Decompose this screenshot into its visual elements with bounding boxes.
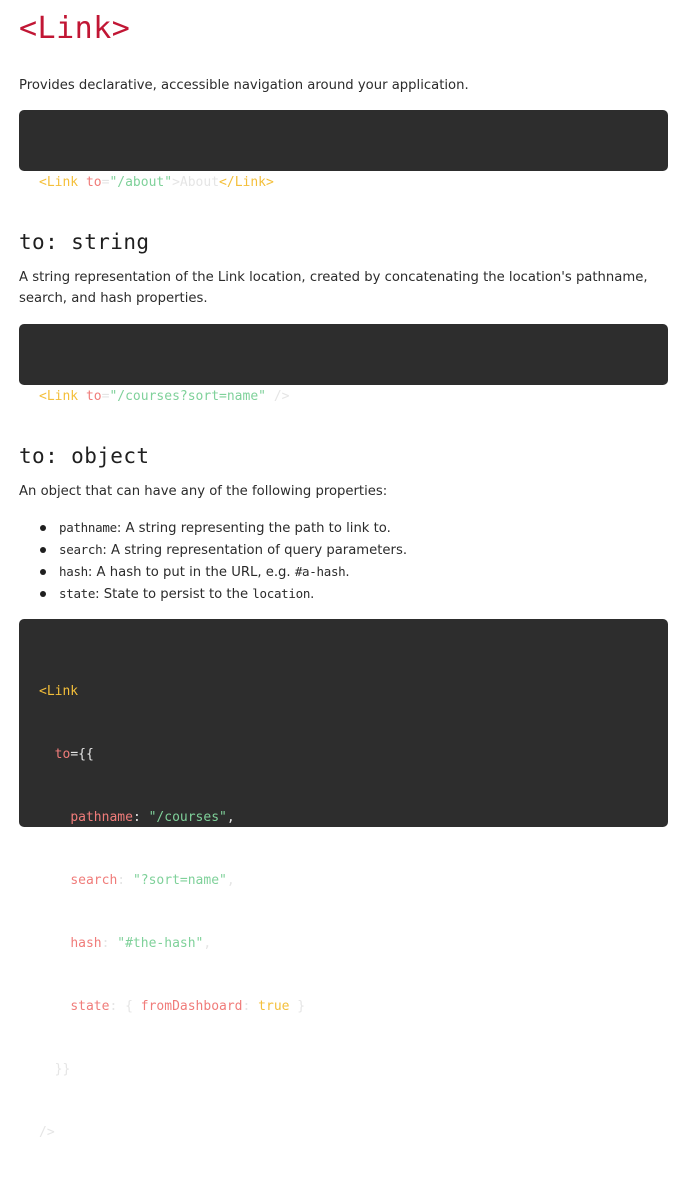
bullet-icon (40, 525, 46, 531)
code-text: About (179, 175, 220, 190)
code-punct: , (226, 810, 235, 825)
bullet-icon (40, 547, 46, 553)
page-title: <Link> (19, 11, 131, 46)
to-object-description: An object that can have any of the follo… (19, 484, 388, 499)
to-string-description: A string representation of the Link loca… (19, 270, 648, 306)
bullet-icon (40, 569, 46, 575)
code-punct: : (117, 873, 133, 888)
code-tag-open: <Link (39, 684, 79, 699)
property-name: pathname (59, 520, 117, 535)
code-string-value: "?sort=name" (132, 873, 227, 888)
code-tag-close: > (172, 175, 180, 190)
property-text: A hash to put in the URL, e.g. (96, 565, 295, 580)
code-tag-open: <Link (39, 389, 79, 404)
code-string-value: "#the-hash" (117, 936, 204, 951)
code-block-basic-link: <Link to="/about">About</Link> (19, 110, 668, 190)
heading-to-object: to: object (19, 444, 150, 468)
code-block-object-link: <Link to={{ pathname: "/courses", search… (19, 619, 668, 1140)
property-sep: : (102, 543, 111, 558)
code-punct: }} (39, 1062, 71, 1077)
code-punct: : (132, 810, 149, 825)
code-key-pathname: pathname (70, 810, 133, 825)
code-string-value: "/about" (109, 175, 173, 190)
property-inline-code: #a-hash (294, 564, 346, 579)
code-tag-open: <Link (39, 175, 79, 190)
code-punct: , (226, 873, 235, 888)
property-sep: : (87, 565, 97, 580)
code-block-string-link: <Link to="/courses?sort=name" /> (19, 324, 668, 404)
property-name: hash (59, 564, 88, 579)
code-end-tag: </Link> (219, 175, 274, 190)
property-name: search (59, 542, 103, 557)
code-string-value: "/courses" (148, 810, 227, 825)
list-item: hash: A hash to put in the URL, e.g. #a-… (19, 561, 407, 583)
property-text: A string representing the path to link t… (125, 521, 391, 536)
code-key-hash: hash (70, 936, 102, 951)
property-text: A string representation of query paramet… (111, 543, 408, 558)
list-item: pathname: A string representing the path… (19, 517, 407, 539)
code-self-close: /> (266, 389, 290, 404)
code-boolean: true (258, 999, 290, 1014)
property-list: pathname: A string representing the path… (19, 517, 407, 605)
bullet-icon (40, 591, 46, 597)
code-punct: , (203, 936, 212, 951)
property-text: State to persist to the (103, 587, 253, 602)
list-item: search: A string representation of query… (19, 539, 407, 561)
intro-text: Provides declarative, accessible navigat… (19, 78, 469, 93)
code-punct: } (289, 999, 306, 1014)
code-key-search: search (70, 873, 118, 888)
code-punct: : { (109, 999, 141, 1014)
code-attr-to: to (78, 175, 102, 190)
code-self-close: /> (39, 1125, 55, 1140)
code-attr-to: to (78, 389, 102, 404)
property-inline-code: location (252, 586, 311, 601)
code-punct: : (101, 936, 118, 951)
code-punct: ={{ (70, 747, 94, 762)
property-name: state (59, 586, 96, 601)
property-suffix: . (310, 587, 315, 602)
property-sep: : (95, 587, 104, 602)
list-item: state: State to persist to the location. (19, 583, 407, 605)
code-key-state: state (70, 999, 110, 1014)
code-string-value: "/courses?sort=name" (109, 389, 266, 404)
code-key-fromdashboard: fromDashboard (140, 999, 243, 1014)
heading-to-string: to: string (19, 230, 150, 254)
property-suffix: . (345, 565, 350, 580)
code-punct: : (242, 999, 259, 1014)
code-attr-to: to (54, 747, 71, 762)
